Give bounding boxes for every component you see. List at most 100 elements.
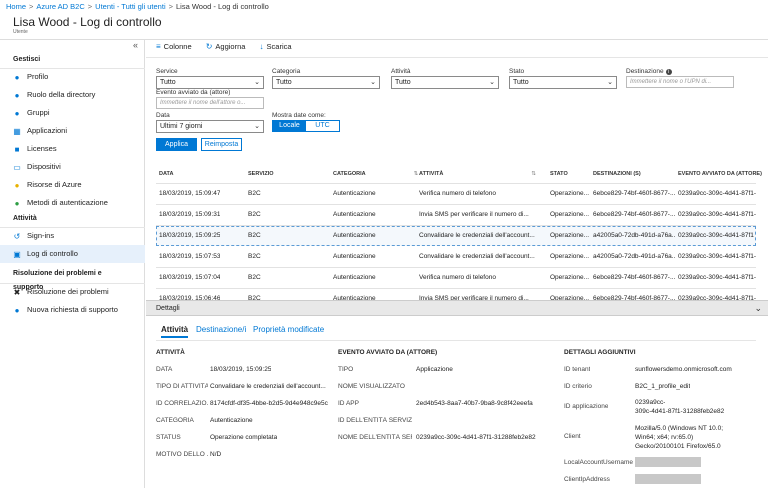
column-header-label: DESTINAZIONI (S) [593, 171, 641, 177]
apply-button[interactable]: Applica [156, 138, 197, 151]
column-header-label: EVENTO AVVIATO DA (ATTORE) [678, 171, 762, 177]
table-row[interactable]: 18/03/2019, 15:09:31 B2C Autenticazione … [156, 205, 756, 225]
table-row[interactable]: 18/03/2019, 15:07:53 B2C Autenticazione … [156, 247, 756, 267]
cell-initiated-by: 0239a9cc-309c-4d41-87f1-... [678, 253, 756, 260]
show-dates-label: Mostra date come: [272, 112, 326, 119]
local-option[interactable]: Locale [273, 121, 306, 131]
refresh-label: Aggiorna [215, 42, 246, 51]
sidebar-item-new-support-request[interactable]: ● Nuova richiesta di supporto [0, 301, 145, 319]
initiated-by-input[interactable]: Immettere il nome dell'attore o... [156, 97, 264, 109]
chevron-down-icon: ⌄ [489, 79, 495, 86]
breadcrumb-b2c[interactable]: Azure AD B2C [36, 2, 84, 11]
toolbar: ≡ Colonne ↻ Aggiorna ↓ Scarica [156, 40, 304, 54]
table-row[interactable]: 18/03/2019, 15:09:47 B2C Autenticazione … [156, 184, 756, 204]
column-header-label: ATTIVITÀ [419, 171, 444, 177]
activity-section-title: ATTIVITÀ [156, 349, 185, 356]
utc-option[interactable]: UTC [306, 121, 339, 131]
info-icon[interactable]: i [665, 69, 672, 75]
cell-status: Operazione... [550, 232, 590, 239]
detail-value: Operazione completata [210, 434, 278, 441]
column-header-service[interactable]: SERVIZIO [248, 165, 274, 183]
detail-value: 2ed4b543-8aa7-40b7-9ba8-9c8f42eeefa [416, 400, 533, 407]
date-select[interactable]: Ultimi 7 giorni ⌄ [156, 120, 264, 133]
detail-value: N/D [210, 451, 222, 458]
sidebar-item-profile[interactable]: ● Profilo [0, 68, 145, 86]
sidebar-item-auth-methods[interactable]: ● Metodi di autenticazione [0, 194, 145, 212]
column-header-label: DATA [159, 171, 174, 177]
cell-category: Autenticazione [333, 232, 376, 239]
service-label: Service [156, 68, 178, 75]
sort-icon: ⇅ [531, 171, 536, 177]
sidebar-item-label: Ruolo della directory [27, 90, 96, 99]
detail-key: ID criterio [564, 383, 592, 390]
cell-targets: 6ebce829-74bf-460f-8677-... [593, 190, 675, 197]
service-select[interactable]: Tutto ⌄ [156, 76, 264, 89]
sidebar-item-audit-log[interactable]: ▣ Log di controllo [0, 245, 145, 263]
auth-icon: ● [14, 199, 20, 208]
download-button[interactable]: ↓ Scarica [260, 42, 292, 51]
cell-status: Operazione... [550, 253, 590, 260]
column-header-status[interactable]: STATO [550, 165, 568, 183]
cell-activity: Convalidare le credenziali dell'account.… [419, 232, 535, 239]
detail-key: MOTIVO DELLO ... [156, 451, 208, 458]
chevron-down-icon: ⌄ [370, 79, 376, 86]
detail-value: Mozilla/5.0 (Windows NT 10.0; [635, 425, 724, 432]
detail-key: CATEGORIA [156, 417, 194, 424]
sidebar-item-licenses[interactable]: ■ Licenses [0, 140, 145, 158]
breadcrumb-users[interactable]: Utenti - Tutti gli utenti [95, 2, 165, 11]
reset-button[interactable]: Reimposta [201, 138, 242, 151]
activity-select[interactable]: Tutto ⌄ [391, 76, 499, 89]
category-value: Tutto [276, 79, 292, 86]
table-row[interactable]: 18/03/2019, 15:07:04 B2C Autenticazione … [156, 268, 756, 288]
role-icon: ● [14, 91, 20, 100]
sidebar-item-directory-role[interactable]: ● Ruolo della directory [0, 86, 145, 104]
column-header-activity[interactable]: ATTIVITÀ ⇅ [419, 165, 536, 183]
tab-activity[interactable]: Attività [161, 324, 189, 338]
support-icon: ● [14, 306, 20, 315]
refresh-icon: ↻ [205, 42, 213, 51]
target-input[interactable]: Immettere il nome o l'UPN di... [626, 76, 734, 88]
sidebar-item-applications[interactable]: ▦ Applicazioni [0, 122, 145, 140]
cell-status: Operazione... [550, 211, 590, 218]
sidebar-item-label: Risorse di Azure [27, 180, 82, 189]
detail-key: ID tenant [564, 366, 591, 373]
sidebar-item-devices[interactable]: ▭ Dispositivi [0, 158, 145, 176]
breadcrumb-home[interactable]: Home [6, 2, 26, 11]
tab-modified-properties[interactable]: Proprietà modificate [253, 324, 324, 338]
divider [156, 340, 756, 341]
collapse-sidebar-icon[interactable]: « [133, 40, 138, 50]
detail-key: NOME VISUALIZZATO [338, 383, 405, 390]
column-header-date[interactable]: DATA [159, 165, 173, 183]
detail-key: NOME DELL'ENTITÀ SER... [338, 434, 412, 441]
sort-icon: ⇅ [413, 171, 419, 177]
chevron-down-icon[interactable]: ⌄ [754, 301, 762, 316]
table-row-selected[interactable]: 18/03/2019, 15:09:25 B2C Autenticazione … [156, 226, 756, 246]
cell-activity: Verifica numero di telefono [419, 274, 496, 281]
target-label: Destinazione i [626, 68, 672, 75]
breadcrumb-current: Lisa Wood - Log di controllo [176, 2, 269, 11]
column-header-label: STATO [550, 171, 568, 177]
category-select[interactable]: Tutto ⌄ [272, 76, 380, 89]
refresh-button[interactable]: ↻ Aggiorna [206, 42, 246, 51]
tab-targets[interactable]: Destinazione/i [196, 324, 246, 338]
detail-value: 8174cfdf-df35-4bbe-b2d5-9d4e948c9e5c [210, 400, 328, 407]
redacted-value [635, 474, 701, 484]
column-header-targets[interactable]: DESTINAZIONI (S) [593, 165, 641, 183]
sidebar-item-sign-ins[interactable]: ↺ Sign-ins [0, 227, 145, 245]
sidebar-item-groups[interactable]: ● Gruppi [0, 104, 145, 122]
sidebar-item-troubleshoot[interactable]: ✖ Risoluzione dei problemi [0, 283, 145, 301]
key-icon: ● [14, 181, 20, 190]
status-select[interactable]: Tutto ⌄ [509, 76, 617, 89]
detail-value: Autenticazione [210, 417, 253, 424]
column-header-category[interactable]: CATEGORIA ⇅ [333, 165, 418, 183]
columns-button[interactable]: ≡ Colonne [156, 42, 192, 51]
activity-value: Tutto [395, 79, 411, 86]
details-panel-header[interactable]: Dettagli ⌄ [146, 300, 768, 316]
detail-value: 0239a9cc-309c-4d41-87f1-31288feb2e82 [416, 434, 536, 441]
category-label: Categoria [272, 68, 301, 75]
column-header-initiated-by[interactable]: EVENTO AVVIATO DA (ATTORE) [678, 165, 762, 183]
cell-date: 18/03/2019, 15:07:53 [159, 253, 221, 260]
sidebar-item-azure-resources[interactable]: ● Risorse di Azure [0, 176, 145, 194]
cell-category: Autenticazione [333, 274, 376, 281]
detail-key: DATA [156, 366, 173, 373]
